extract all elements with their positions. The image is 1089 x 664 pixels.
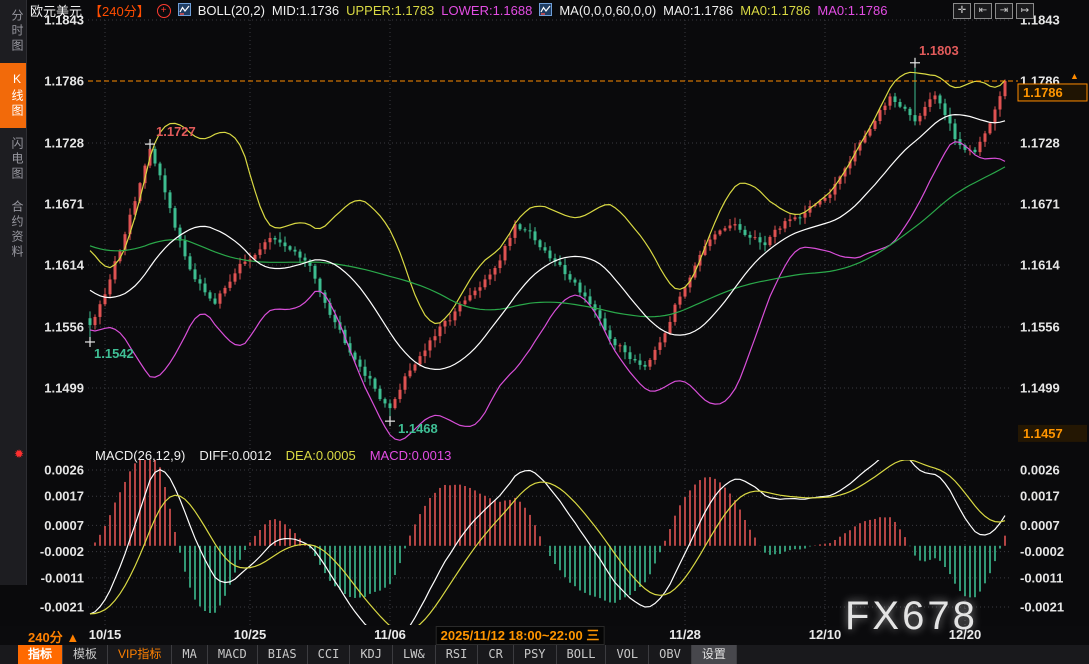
bottom-tab-indicators[interactable]: 指标	[18, 645, 63, 664]
boll-upper-value: UPPER:1.1783	[346, 3, 434, 18]
ma0-value-3: MA0:1.1786	[817, 3, 887, 18]
bottom-tab-vol[interactable]: VOL	[606, 645, 649, 664]
svg-text:-0.0021: -0.0021	[40, 600, 84, 615]
indicator-tab-bar: 指标模板VIP指标MAMACDBIASCCIKDJLW&RSICRPSYBOLL…	[0, 645, 1089, 664]
boll-mid-value: MID:1.1736	[272, 3, 339, 18]
bottom-tab-rsi[interactable]: RSI	[436, 645, 479, 664]
x-axis-tick: 12/10	[809, 627, 842, 642]
pan-tool-icon[interactable]: ✛	[953, 3, 971, 19]
period-label: 【240分】	[89, 1, 150, 20]
bottom-tab-vip-indicators[interactable]: VIP指标	[108, 645, 172, 664]
sidebar: 分时图K线图闪电图合约资料	[0, 0, 27, 585]
svg-text:1.1468: 1.1468	[398, 421, 438, 436]
svg-text:-0.0011: -0.0011	[1020, 570, 1063, 585]
svg-text:0.0017: 0.0017	[44, 489, 84, 504]
boll-lower-value: LOWER:1.1688	[441, 3, 532, 18]
bottom-tab-settings[interactable]: 设置	[692, 645, 737, 664]
svg-text:1.1728: 1.1728	[44, 136, 84, 151]
bottom-tab-kdj[interactable]: KDJ	[350, 645, 393, 664]
selected-candle-datetime: 2025/11/12 18:00~22:00 三	[436, 626, 605, 645]
svg-text:1.1671: 1.1671	[44, 196, 84, 211]
macd-name: MACD(26,12,9)	[95, 448, 185, 463]
chart-toolbar: ✛ ⇤ ⇥ ↦	[953, 3, 1034, 19]
bottom-tab-macd[interactable]: MACD	[208, 645, 258, 664]
dropdown-arrow-icon: ▲	[66, 630, 79, 645]
live-blink-icon: ✹	[14, 447, 24, 461]
sidebar-tab-kline-chart[interactable]: K线图	[0, 63, 26, 128]
svg-text:1.1786: 1.1786	[1023, 85, 1063, 100]
chart-application: 1.18431.18431.17861.17861.17281.17281.16…	[0, 0, 1089, 664]
svg-text:0.0026: 0.0026	[44, 463, 84, 478]
symbol-name: 欧元美元	[30, 1, 82, 20]
svg-text:1.1614: 1.1614	[44, 257, 85, 272]
bottom-tab-bias[interactable]: BIAS	[258, 645, 308, 664]
svg-text:1.1556: 1.1556	[44, 320, 84, 335]
boll-name: BOLL(20,2)	[198, 3, 265, 18]
svg-text:0.0017: 0.0017	[1020, 489, 1060, 504]
fx678-watermark: FX678	[845, 594, 978, 639]
ma-indicator-icon	[539, 3, 552, 19]
candlestick-chart-canvas[interactable]: 1.18431.18431.17861.17861.17281.17281.16…	[0, 0, 1089, 626]
x-axis-tick: 10/25	[234, 627, 267, 642]
svg-text:1.1786: 1.1786	[44, 73, 84, 88]
svg-text:-0.0021: -0.0021	[1020, 600, 1064, 615]
svg-text:1.1614: 1.1614	[1020, 257, 1061, 272]
ma0-value-1: MA0:1.1786	[663, 3, 733, 18]
sidebar-tab-lightning-chart[interactable]: 闪电图	[0, 128, 26, 191]
bottom-tab-psy[interactable]: PSY	[514, 645, 557, 664]
ma0-value-2: MA0:1.1786	[740, 3, 810, 18]
goto-latest-icon[interactable]: ↦	[1016, 3, 1034, 19]
macd-diff-value: DIFF:0.0012	[199, 448, 271, 463]
bottom-tab-cr[interactable]: CR	[478, 645, 513, 664]
indicator-legend-bar: 欧元美元 【240分】 + BOLL(20,2) MID:1.1736 UPPE…	[30, 1, 888, 20]
zoom-in-icon[interactable]: ⇤	[974, 3, 992, 19]
macd-macd-value: MACD:0.0013	[370, 448, 452, 463]
svg-text:-0.0002: -0.0002	[1020, 544, 1064, 559]
svg-text:1.1727: 1.1727	[156, 124, 196, 139]
svg-text:-0.0002: -0.0002	[40, 544, 84, 559]
svg-text:1.1542: 1.1542	[94, 346, 134, 361]
svg-text:1.1499: 1.1499	[1020, 380, 1060, 395]
svg-text:0.0026: 0.0026	[1020, 463, 1060, 478]
bottom-tab-lwr[interactable]: LW&	[393, 645, 436, 664]
bottom-tab-boll[interactable]: BOLL	[557, 645, 607, 664]
ma-name: MA(0,0,0,60,0,0)	[559, 3, 656, 18]
bottom-tab-obv[interactable]: OBV	[649, 645, 692, 664]
add-indicator-icon[interactable]: +	[157, 4, 171, 18]
period-selector[interactable]: 240分 ▲	[28, 627, 79, 646]
svg-text:1.1499: 1.1499	[44, 380, 84, 395]
x-axis-tick: 11/28	[669, 627, 701, 642]
zoom-out-icon[interactable]: ⇥	[995, 3, 1013, 19]
bottom-tab-cci[interactable]: CCI	[308, 645, 351, 664]
sidebar-tab-time-chart[interactable]: 分时图	[0, 0, 26, 63]
boll-indicator-icon	[178, 3, 191, 19]
svg-text:1.1803: 1.1803	[919, 43, 959, 58]
bottom-tab-templates[interactable]: 模板	[63, 645, 108, 664]
x-axis-tick: 11/06	[374, 627, 406, 642]
svg-text:1.1457: 1.1457	[1023, 426, 1063, 441]
bottom-tab-ma[interactable]: MA	[172, 645, 207, 664]
x-axis-tick: 10/15	[89, 627, 122, 642]
svg-text:0.0007: 0.0007	[1020, 518, 1060, 533]
svg-text:1.1728: 1.1728	[1020, 136, 1060, 151]
sidebar-tab-contract-info[interactable]: 合约资料	[0, 191, 26, 269]
macd-legend: MACD(26,12,9) DIFF:0.0012 DEA:0.0005 MAC…	[95, 448, 451, 463]
svg-text:1.1556: 1.1556	[1020, 320, 1060, 335]
svg-text:-0.0011: -0.0011	[41, 570, 84, 585]
svg-text:1.1671: 1.1671	[1020, 196, 1060, 211]
svg-text:▲: ▲	[1070, 71, 1079, 81]
macd-dea-value: DEA:0.0005	[286, 448, 356, 463]
svg-text:0.0007: 0.0007	[44, 518, 84, 533]
